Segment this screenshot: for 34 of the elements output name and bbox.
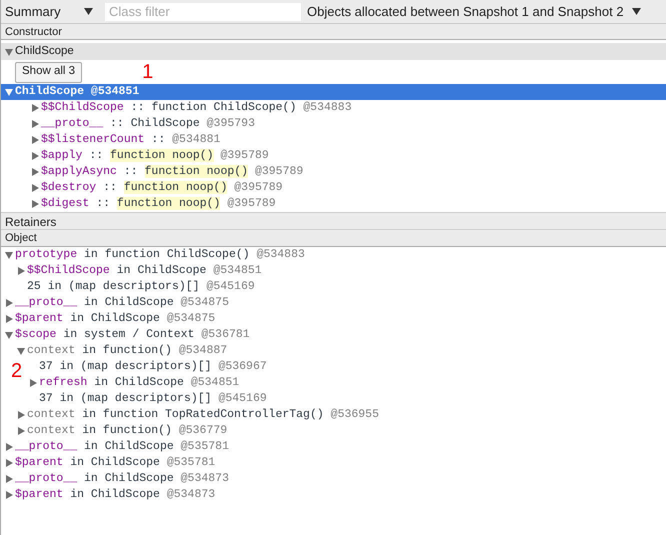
property-row[interactable]: $destroy :: function noop() @395789 [1,180,666,196]
group-row[interactable]: ChildScope [1,43,666,60]
property-row[interactable]: __proto__ :: ChildScope @395793 [1,116,666,132]
property-text: $destroy :: function noop() @395789 [41,180,283,196]
property-row[interactable]: $apply :: function noop() @395789 [1,148,666,164]
annotation-number: 1 [142,62,154,82]
property-text: $$ChildScope :: function ChildScope() @534883 [41,100,352,116]
retainers-title: Retainers [1,212,666,230]
property-text: $applyAsync :: function noop() @395789 [41,164,304,180]
dropdown-arrow-icon [84,8,93,15]
property-row[interactable]: $$listenerCount :: @534881 [1,132,666,148]
annotation-number: 2 [11,361,22,381]
column-header[interactable]: Constructor [1,24,666,40]
show-all-button[interactable]: Show all 3 [15,62,82,82]
selected-row[interactable]: ChildScope @534851 [1,84,666,100]
property-row[interactable]: $digest :: function noop() @395789 [1,196,666,212]
collapsed-triangle-icon[interactable] [17,267,25,275]
property-row[interactable]: $$ChildScope :: function ChildScope() @534883 [1,100,666,116]
collapsed-triangle-icon[interactable] [29,379,37,387]
property-text: $digest :: function noop() @395789 [41,196,276,212]
dropdown-arrow-icon [632,8,641,15]
expanded-triangle-icon[interactable] [5,48,13,56]
class-filter-field[interactable]: Class filter [105,2,301,20]
expanded-triangle-icon[interactable] [5,88,13,96]
view-dropdown[interactable]: Summary [1,2,101,22]
property-text: $apply :: function noop() @395789 [41,148,269,164]
property-text: $$listenerCount :: @534881 [41,132,220,148]
object-label: ChildScope @534851 [15,84,140,100]
property-row[interactable]: $applyAsync :: function noop() @395789 [1,164,666,180]
group-label: ChildScope [15,44,74,59]
column-header[interactable]: Object [1,230,666,247]
expanded-triangle-icon[interactable] [5,251,13,259]
property-text: __proto__ :: ChildScope @395793 [41,116,255,132]
range-dropdown[interactable]: Objects allocated between Snapshot 1 and Snapshot 2 [307,2,641,22]
